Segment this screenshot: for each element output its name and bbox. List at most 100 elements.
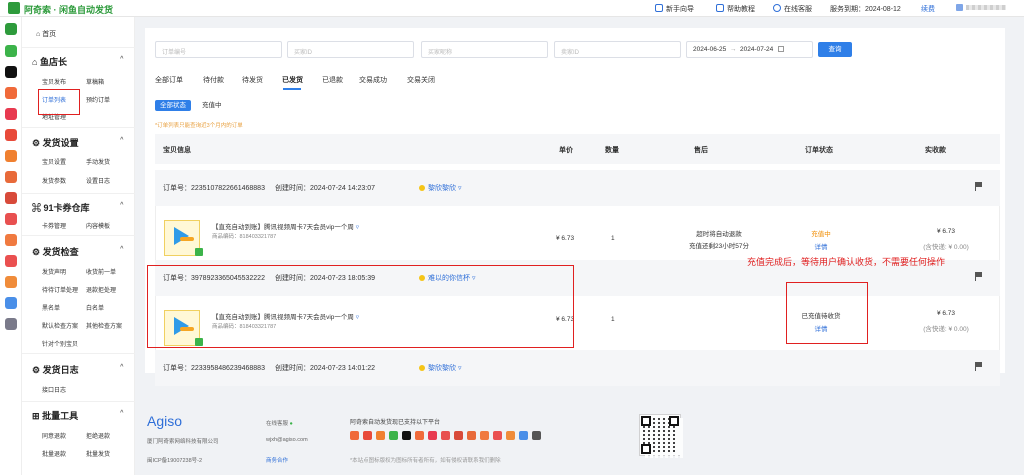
check-icon: ⚙ — [32, 247, 41, 257]
sidebar-item-coupon-manage[interactable]: 卡券管理 — [42, 221, 66, 230]
sidebar-item-drafts[interactable]: 草稿箱 — [86, 77, 104, 86]
footer: Agiso 厦门阿奇索网络科技有限公司 闽ICP备19007238号-2 在线客… — [135, 395, 1024, 475]
order-number: 订单号：2235107822661468883 — [163, 185, 265, 192]
user-avatar[interactable] — [956, 4, 963, 11]
sidebar-item-publish[interactable]: 宝贝发布 — [42, 77, 66, 86]
product-title[interactable]: 【直充自动到账】腾讯视频周卡7天会员vip一个周 ▿ — [212, 221, 359, 231]
sidebar-item-other-check[interactable]: 其他检查方案 — [86, 321, 122, 330]
shipping-fee: (含快递: ¥ 0.00) — [923, 244, 969, 251]
product-code: 商品编码：818403321787 — [212, 234, 277, 240]
rail-qr-icon[interactable] — [5, 23, 17, 35]
sidebar-item-specific-item[interactable]: 针对个别宝贝 — [42, 339, 78, 348]
sidebar-item-manual-ship[interactable]: 手动发货 — [86, 157, 110, 166]
support-email[interactable]: wjxh@agiso.com — [266, 437, 308, 443]
sidebar-item-api-log[interactable]: 接口日志 — [42, 385, 66, 394]
company-name: 厦门阿奇索网络科技有限公司 — [147, 439, 219, 445]
rail-youzan-icon[interactable] — [5, 213, 17, 225]
sidebar-item-item-settings[interactable]: 宝贝设置 — [42, 157, 66, 166]
tab-shipped[interactable]: 已发货 — [282, 75, 303, 85]
sidebar-home[interactable]: ⌂ 首页 — [36, 29, 56, 39]
sidebar-section-ship-check[interactable]: ⚙ 发货检查 ^ — [32, 245, 124, 258]
order-number-input[interactable]: 订单编号 — [155, 41, 282, 58]
rail-tool-icon[interactable] — [5, 318, 17, 330]
sidebar-item-content-template[interactable]: 内容模板 — [86, 221, 110, 230]
flag-icon[interactable] — [975, 182, 982, 191]
buyer-wangwang-link[interactable]: 黎欣黎欣 ▿ — [419, 183, 461, 193]
rail-weidian-icon[interactable] — [5, 234, 17, 246]
platform-store-icon — [506, 431, 515, 440]
rail-1688-icon[interactable] — [5, 108, 17, 120]
sidebar-item-whitelist[interactable]: 白名单 — [86, 303, 104, 312]
help-tutorial-link[interactable]: 帮助教程 — [716, 4, 755, 14]
sidebar-section-ship-log[interactable]: ⚙ 发货日志 ^ — [32, 363, 124, 376]
rail-store-icon[interactable] — [5, 276, 17, 288]
icp-number[interactable]: 闽ICP备19007238号-2 — [147, 456, 202, 464]
business-cooperation-link[interactable]: 商务合作 — [266, 456, 288, 464]
annotation-text: 充值完成后，等待用户确认收货，不需要任何操作 — [747, 257, 946, 267]
platform-kuaishou-icon — [415, 431, 424, 440]
sidebar-item-blacklist[interactable]: 黑名单 — [42, 303, 60, 312]
rail-pinduoduo-icon[interactable] — [5, 129, 17, 141]
sidebar-item-batch-ship[interactable]: 批量发货 — [86, 449, 110, 458]
col-order-status: 订单状态 — [805, 147, 833, 154]
renew-link[interactable]: 续费 — [921, 4, 935, 14]
order-number: 订单号：2233958486239468883 — [163, 365, 265, 372]
rail-xianyu-icon[interactable] — [5, 45, 17, 57]
buyer-wangwang-link[interactable]: 黎欣黎欣 ▿ — [419, 363, 461, 373]
sidebar-item-pre-receipt[interactable]: 收货前一单 — [86, 267, 116, 276]
new-user-guide-link[interactable]: 新手向导 — [655, 4, 694, 14]
rail-shop-icon[interactable] — [5, 150, 17, 162]
rail-xhs-icon[interactable] — [5, 255, 17, 267]
platform-jd-icon — [454, 431, 463, 440]
buyer-id-input[interactable]: 买家ID — [287, 41, 414, 58]
online-support-link[interactable]: 在线客服 — [773, 4, 812, 14]
query-button[interactable]: 查询 — [818, 42, 852, 57]
sidebar-item-ship-params[interactable]: 发货参数 — [42, 176, 66, 185]
sidebar-section-coupon-warehouse[interactable]: ⌘ 91卡券仓库 ^ — [32, 201, 124, 214]
sidebar-section-ship-settings[interactable]: ⚙ 发货设置 ^ — [32, 136, 124, 149]
seller-id-input[interactable]: 卖家ID — [554, 41, 681, 58]
tab-all-orders[interactable]: 全部订单 — [155, 75, 183, 85]
platform-weidian-icon — [480, 431, 489, 440]
tab-completed[interactable]: 交易成功 — [359, 75, 387, 85]
rail-kuaishou-icon[interactable] — [5, 171, 17, 183]
tab-refunded[interactable]: 已退款 — [322, 75, 343, 85]
sidebar-item-ship-statement[interactable]: 发货声明 — [42, 267, 66, 276]
calendar-icon — [778, 46, 785, 52]
sidebar-item-refund-reject[interactable]: 退款拒处理 — [86, 285, 116, 294]
sidebar-item-reserved[interactable]: 预约订单 — [86, 95, 110, 104]
filter-icon[interactable]: ▿ — [356, 224, 359, 231]
service-expiry: 服务到期：2024-08-12 — [830, 6, 901, 13]
filter-charging[interactable]: 充值中 — [197, 100, 227, 111]
sidebar-section-batch-tools[interactable]: ⊞ 批量工具 ^ — [32, 409, 124, 422]
tab-pending-payment[interactable]: 待付款 — [203, 75, 224, 85]
sidebar-item-reject-refund[interactable]: 拒绝退款 — [86, 431, 110, 440]
flag-icon[interactable] — [975, 362, 982, 371]
sidebar-item-pending-orders[interactable]: 待待订单处理 — [42, 285, 78, 294]
date-range-picker[interactable]: 2024-06-25 → 2024-07-24 — [686, 41, 813, 58]
sidebar-item-agree-refund[interactable]: 同意退款 — [42, 431, 66, 440]
guide-icon — [655, 4, 663, 12]
sidebar-item-settings-log[interactable]: 设置日志 — [86, 176, 110, 185]
flag-icon[interactable] — [975, 272, 982, 281]
filter-all-status[interactable]: 全部状态 — [155, 100, 191, 111]
rail-88-icon[interactable] — [5, 297, 17, 309]
buyer-nickname-input[interactable]: 买家昵称 — [421, 41, 548, 58]
rail-taobao-icon[interactable] — [5, 87, 17, 99]
store-icon: ⌂ — [32, 57, 38, 67]
tab-closed[interactable]: 交易关闭 — [407, 75, 435, 85]
detail-link[interactable]: 详情 — [796, 241, 846, 251]
rail-douyin-icon[interactable] — [5, 66, 17, 78]
platform-1688-icon — [376, 431, 385, 440]
wechat-icon: ● — [289, 421, 293, 427]
sidebar-item-batch-refund[interactable]: 批量退款 — [42, 449, 66, 458]
product-badge-icon — [195, 248, 203, 256]
icon-copyright-disclaimer: *本站点图标版权为图标所有者所有，如有侵权请联系我们删除 — [350, 458, 501, 464]
footer-support[interactable]: 在线客服 ● — [266, 419, 293, 427]
sidebar-item-default-check[interactable]: 默认检查方案 — [42, 321, 78, 330]
amount-paid: ¥ 6.73 — [936, 310, 956, 317]
sidebar-section-store[interactable]: ⌂ 鱼店长 ^ — [32, 55, 124, 68]
tab-pending-shipment[interactable]: 待发货 — [242, 75, 263, 85]
date-from: 2024-06-25 — [693, 46, 727, 53]
rail-jd-icon[interactable] — [5, 192, 17, 204]
